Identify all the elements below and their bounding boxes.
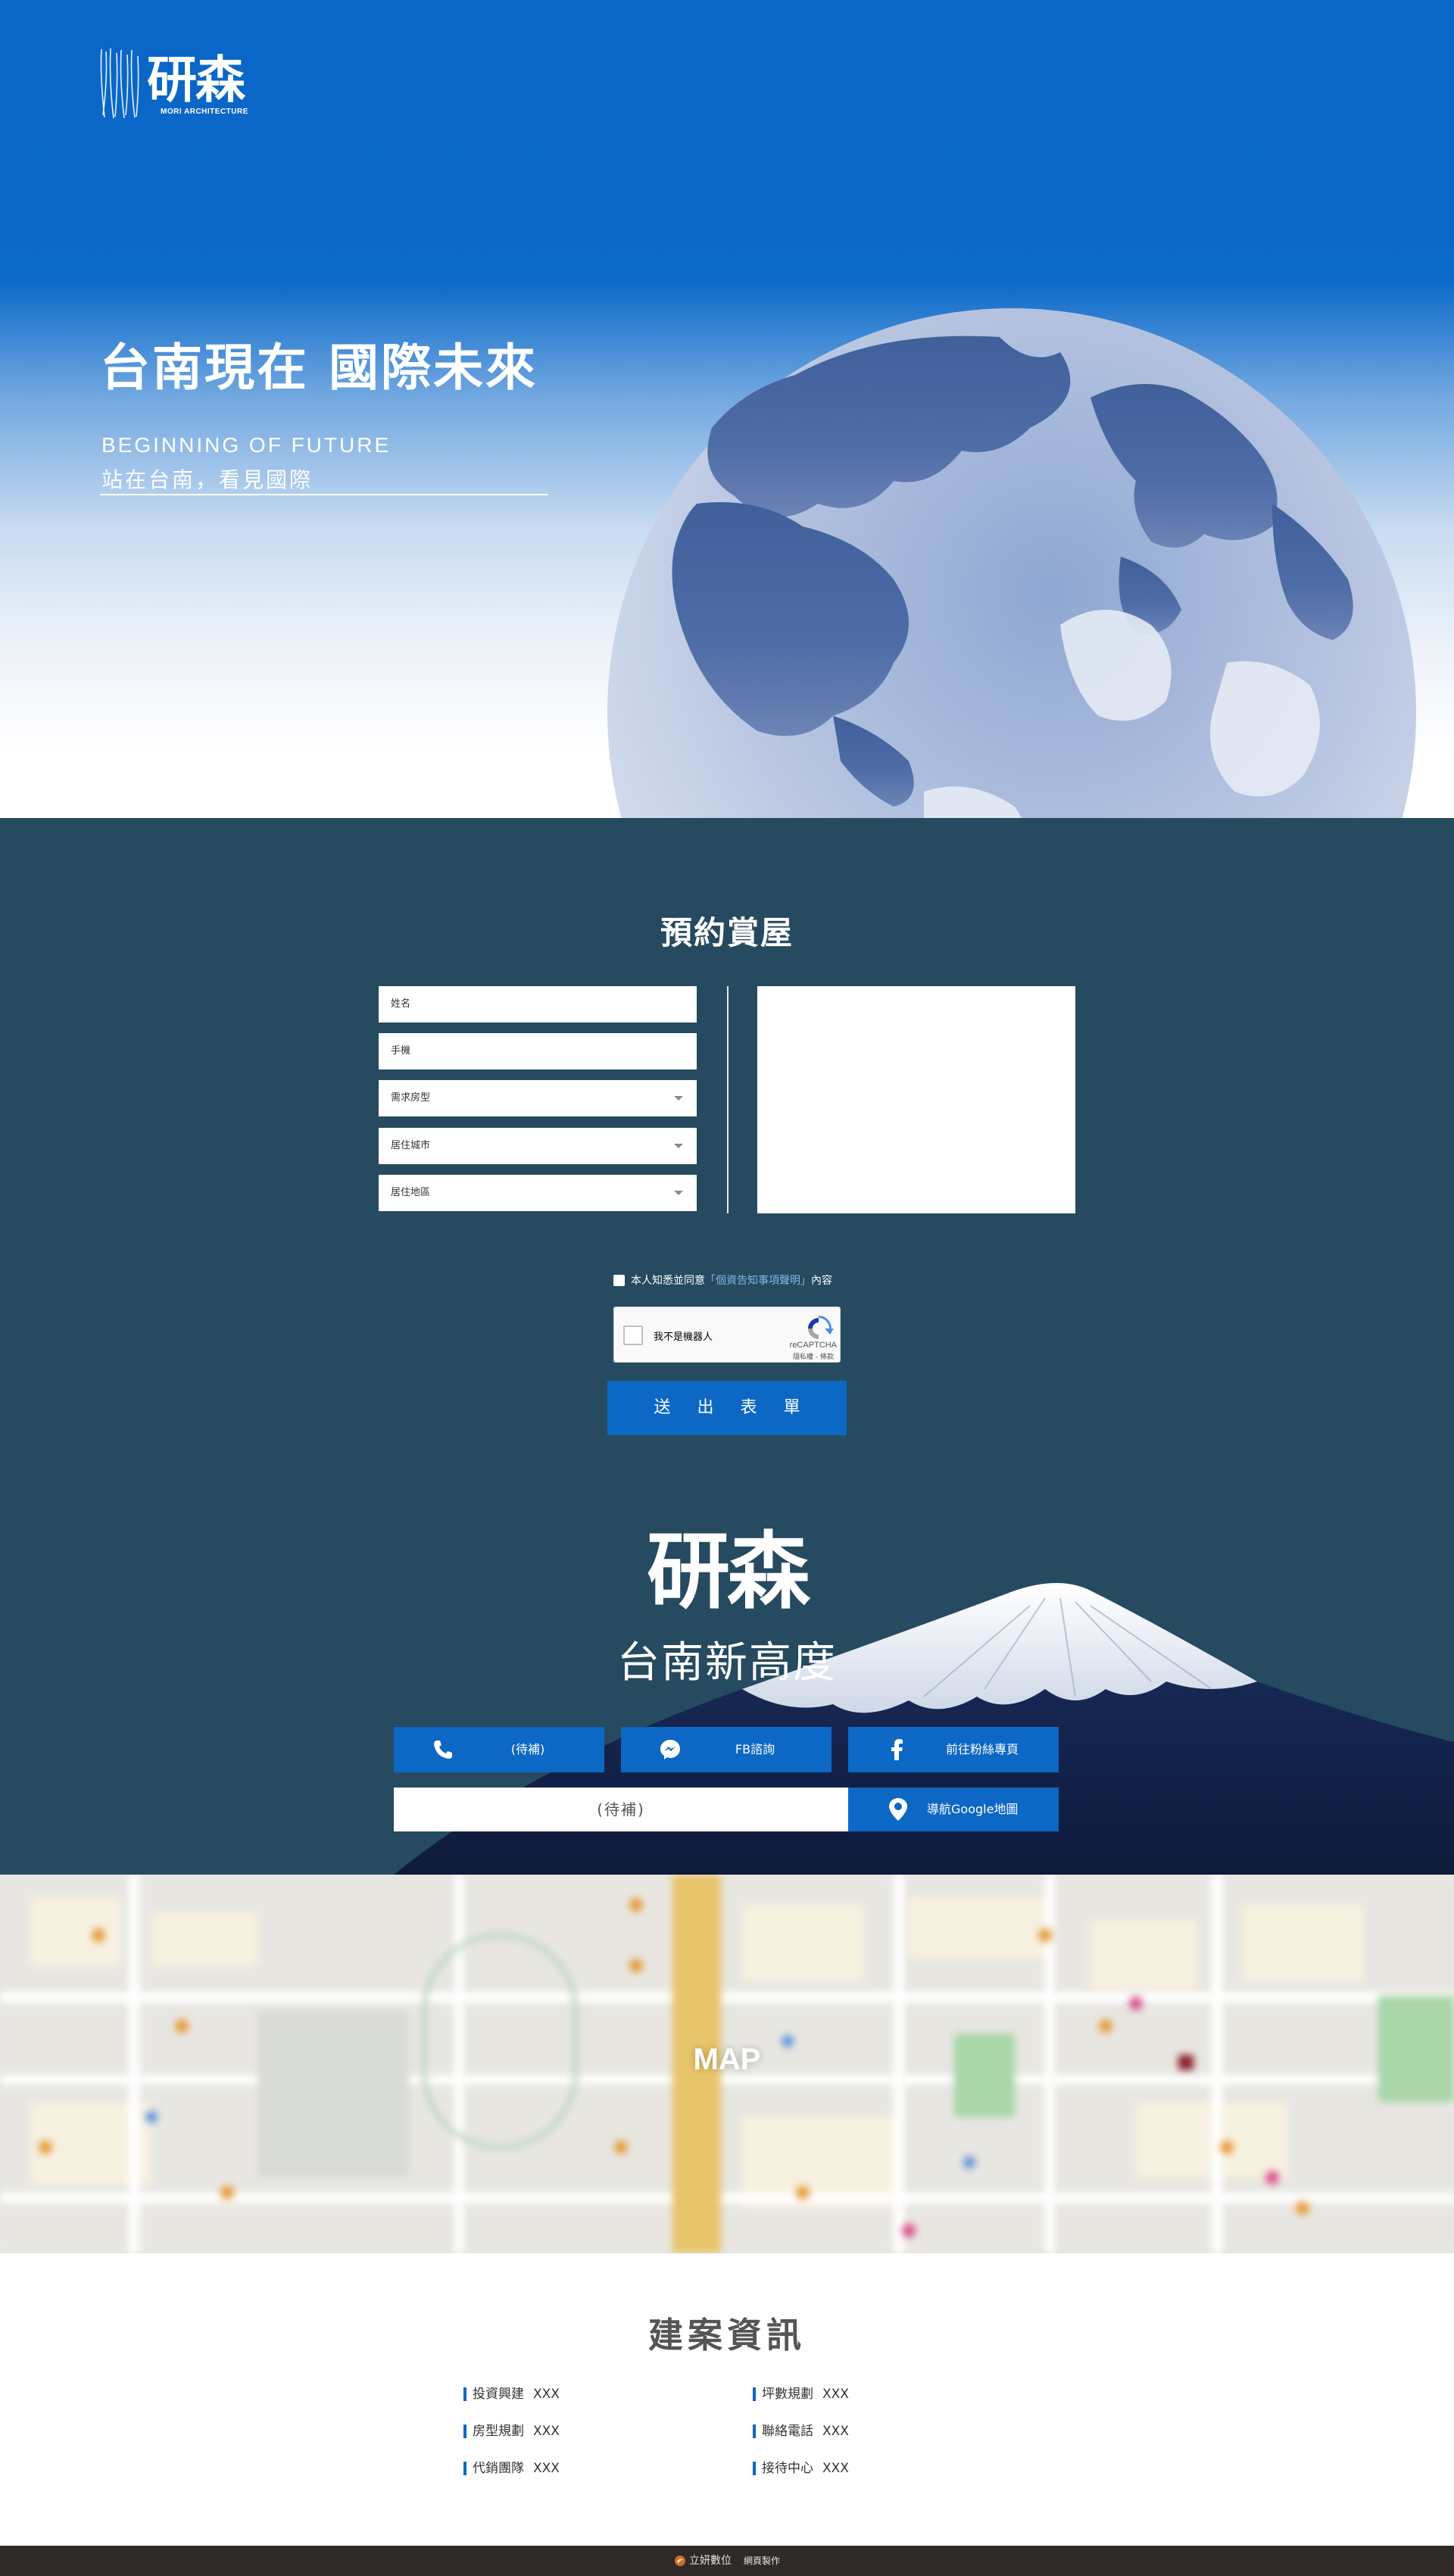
privacy-notice-link[interactable]: 「個資告知事項聲明」	[705, 1275, 811, 1287]
dropdown-caret-icon	[674, 1191, 683, 1195]
info-item: 房型規劃 XXX	[463, 2423, 560, 2440]
room-type-placeholder: 需求房型	[391, 1092, 431, 1104]
info-label: 投資興建	[473, 2387, 524, 2402]
messenger-icon	[660, 1740, 680, 1759]
recaptcha-widget: 我不是機器人 reCAPTCHA 隱私權 - 條款	[613, 1307, 841, 1363]
project-info-section: 建案資訊 投資興建 XXX 坪數規劃 XXX 房型規劃 XXX 聯絡電話 XXX 代銷團…	[0, 2253, 1454, 2546]
google-map-nav-button[interactable]: 導航Google地圖	[848, 1788, 1059, 1831]
facebook-icon	[891, 1739, 903, 1760]
company-name: 立妍數位	[688, 2555, 732, 2567]
info-label: 接待中心	[762, 2461, 813, 2476]
district-placeholder: 居住地區	[391, 1187, 431, 1198]
info-label: 坪數規劃	[762, 2387, 813, 2402]
recaptcha-checkbox[interactable]	[623, 1325, 643, 1345]
map-pin-icon	[889, 1798, 907, 1821]
fb-chat-label: FB諮詢	[735, 1742, 775, 1756]
phone-label: (待補)	[510, 1742, 545, 1756]
info-item: 接待中心 XXX	[753, 2460, 849, 2477]
google-map-nav-label: 導航Google地圖	[927, 1802, 1019, 1816]
logo-mark-icon	[100, 48, 139, 119]
info-value: XXX	[822, 2424, 849, 2439]
info-label: 房型規劃	[473, 2424, 524, 2439]
made-by-label: 網頁製作	[743, 2556, 780, 2566]
hero-section: 研森 MORI ARCHITECTURE 台南現在 國際未來 BEGINNING…	[0, 0, 1454, 818]
hero-title: 台南現在 國際未來	[100, 338, 538, 397]
info-item: 坪數規劃 XXX	[753, 2386, 849, 2403]
footer-credit[interactable]: 立妍數位 網頁製作	[0, 2546, 1454, 2576]
info-label: 代銷團隊	[473, 2461, 524, 2476]
info-item: 聯絡電話 XXX	[753, 2423, 849, 2440]
agree-checkbox[interactable]	[613, 1274, 625, 1286]
fan-page-button[interactable]: 前往粉絲專頁	[848, 1727, 1059, 1772]
city-select[interactable]: 居住城市	[379, 1128, 697, 1164]
city-placeholder: 居住城市	[391, 1140, 431, 1151]
name-field[interactable]: 姓名	[379, 986, 697, 1023]
phone-placeholder: 手機	[391, 1045, 411, 1057]
message-textarea[interactable]	[757, 986, 1075, 1213]
form-divider	[727, 986, 729, 1213]
info-value: XXX	[533, 2461, 560, 2476]
footer: 立妍數位 網頁製作	[0, 2546, 1454, 2576]
info-label: 聯絡電話	[762, 2424, 813, 2439]
map-section[interactable]: MAP	[0, 1875, 1454, 2253]
globe-image	[607, 308, 1416, 818]
info-value: XXX	[533, 2424, 560, 2439]
brand-tagline: 台南新高度	[617, 1638, 837, 1688]
phone-field[interactable]: 手機	[379, 1033, 697, 1069]
logo-subtitle: MORI ARCHITECTURE	[161, 108, 248, 116]
recaptcha-brand: reCAPTCHA	[789, 1341, 837, 1350]
recaptcha-label: 我不是機器人	[654, 1332, 713, 1343]
reservation-section: 預約賞屋 姓名 手機 需求房型 居住城市 居住地區 本人知悉並同意「個資告知事項…	[0, 818, 1454, 1875]
district-select[interactable]: 居住地區	[379, 1175, 697, 1211]
submit-button[interactable]: 送 出 表 單	[607, 1381, 847, 1435]
company-logo-icon	[674, 2556, 685, 2566]
info-value: XXX	[822, 2461, 849, 2476]
phone-button[interactable]: (待補)	[394, 1727, 604, 1772]
dropdown-caret-icon	[674, 1096, 683, 1101]
address-text: (待補)	[394, 1788, 848, 1831]
hero-underline	[100, 494, 548, 495]
info-item: 代銷團隊 XXX	[463, 2460, 560, 2477]
info-value: XXX	[822, 2387, 849, 2402]
agree-suffix: 內容	[811, 1275, 832, 1287]
brand-heading: 研森	[647, 1523, 810, 1620]
name-placeholder: 姓名	[391, 998, 411, 1010]
room-type-select[interactable]: 需求房型	[379, 1080, 697, 1116]
agree-row: 本人知悉並同意「個資告知事項聲明」內容	[613, 1272, 832, 1288]
hero-subtitle-zh: 站在台南，看見國際	[101, 467, 314, 492]
project-info-title: 建案資訊	[648, 2315, 806, 2356]
hero-subtitle-en: BEGINNING OF FUTURE	[101, 433, 392, 457]
fan-page-label: 前往粉絲專頁	[945, 1742, 1019, 1756]
dropdown-caret-icon	[674, 1144, 683, 1148]
info-value: XXX	[533, 2387, 560, 2402]
phone-icon	[434, 1741, 452, 1759]
map-label: MAP	[693, 2043, 761, 2076]
agree-prefix: 本人知悉並同意	[631, 1275, 705, 1287]
recaptcha-terms-link[interactable]: 隱私權 - 條款	[793, 1351, 834, 1361]
recaptcha-icon	[808, 1316, 834, 1339]
brand-logo[interactable]: 研森 MORI ARCHITECTURE	[97, 45, 264, 121]
logo-text: 研森	[147, 51, 245, 109]
fb-chat-button[interactable]: FB諮詢	[621, 1727, 832, 1772]
info-item: 投資興建 XXX	[463, 2386, 560, 2403]
reservation-title: 預約賞屋	[660, 914, 794, 951]
